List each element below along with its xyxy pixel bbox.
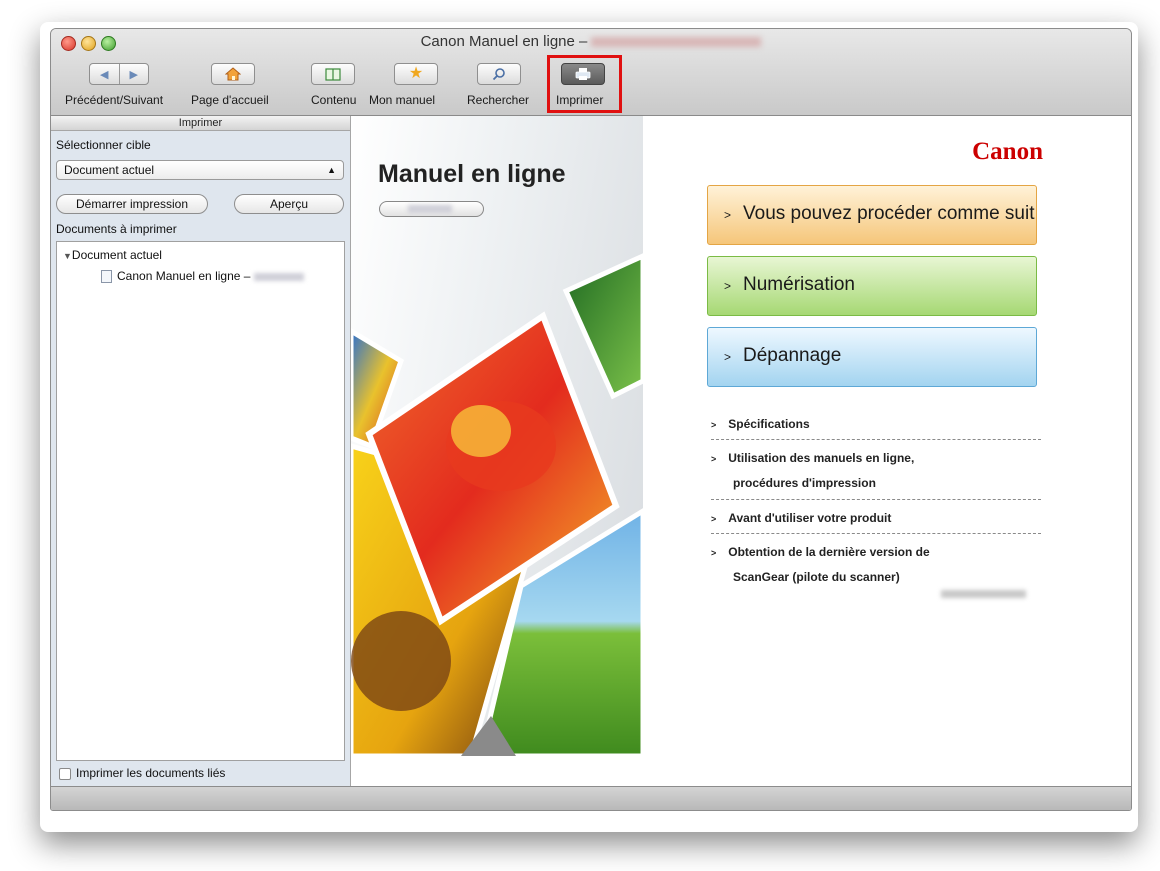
- photo-collage: [351, 253, 643, 756]
- using-manuals-link[interactable]: > Utilisation des manuels en ligne, procé…: [711, 446, 1041, 495]
- documents-tree: ▼Document actuel Canon Manuel en ligne –: [56, 241, 345, 761]
- contents-button[interactable]: [311, 63, 355, 85]
- cover-panel: Manuel en ligne: [351, 116, 643, 756]
- docs-to-print-label: Documents à imprimer: [56, 222, 177, 236]
- tree-child-row[interactable]: Canon Manuel en ligne –: [101, 269, 304, 284]
- star-icon: ★: [408, 65, 424, 82]
- tree-child-label: Canon Manuel en ligne –: [117, 269, 251, 283]
- print-linked-label: Imprimer les documents liés: [76, 766, 226, 780]
- scanning-button[interactable]: > Numérisation: [707, 256, 1037, 316]
- my-manual-button[interactable]: ★: [394, 63, 438, 85]
- scanning-label: Numérisation: [743, 274, 855, 295]
- arrow-icon: >: [711, 548, 717, 558]
- print-highlight-frame: [547, 55, 622, 113]
- select-arrows-icon: ▲: [327, 165, 336, 175]
- document-icon: [101, 270, 112, 284]
- print-sidebar: Imprimer Sélectionner cible Document act…: [51, 116, 351, 786]
- before-use-label: Avant d'utiliser votre produit: [728, 511, 892, 525]
- before-use-link[interactable]: > Avant d'utiliser votre produit: [711, 506, 1041, 531]
- target-select-value: Document actuel: [64, 163, 155, 177]
- app-window: Canon Manuel en ligne – ◀ ▶ Précédent/Su…: [50, 28, 1132, 811]
- redacted-product-name: [591, 37, 762, 48]
- select-target-label: Sélectionner cible: [56, 138, 151, 152]
- back-forward-label: Précédent/Suivant: [65, 93, 164, 107]
- how-to-label: Vous pouvez procéder comme suit: [743, 203, 1035, 224]
- divider: [711, 533, 1041, 534]
- arrow-icon: >: [711, 454, 717, 464]
- sidebar-header: Imprimer: [51, 116, 350, 131]
- forward-icon[interactable]: ▶: [120, 64, 149, 84]
- status-bar: [51, 786, 1131, 810]
- scangear-label-2: ScanGear (pilote du scanner): [733, 570, 900, 584]
- redacted-product-name: [253, 272, 304, 281]
- using-manuals-label-2: procédures d'impression: [733, 476, 876, 490]
- search-icon: [492, 68, 505, 81]
- home-label: Page d'accueil: [191, 93, 269, 107]
- canon-logo: Canon: [972, 138, 1043, 165]
- arrow-icon: >: [711, 420, 717, 430]
- arrow-icon: >: [724, 208, 732, 222]
- specifications-link[interactable]: > Spécifications: [711, 412, 1041, 437]
- home-icon: [225, 67, 241, 81]
- specifications-label: Spécifications: [728, 417, 810, 431]
- tree-root-label: Document actuel: [71, 248, 162, 262]
- search-button[interactable]: [477, 63, 521, 85]
- manual-content: Manuel en ligne Canon > Vous pouvez proc…: [351, 116, 1131, 786]
- scangear-label: Obtention de la dernière version de: [728, 545, 930, 559]
- arrow-icon: >: [724, 350, 732, 364]
- arrow-icon: >: [711, 514, 717, 524]
- print-linked-row[interactable]: Imprimer les documents liés: [59, 766, 225, 780]
- back-icon[interactable]: ◀: [90, 64, 120, 84]
- disclosure-triangle-icon[interactable]: ▼: [63, 251, 72, 261]
- redacted-version-code: [941, 590, 1026, 598]
- using-manuals-label: Utilisation des manuels en ligne,: [728, 451, 915, 465]
- arrow-icon: >: [724, 279, 732, 293]
- divider: [711, 439, 1041, 440]
- back-forward-button[interactable]: ◀ ▶: [89, 63, 149, 85]
- book-icon: [325, 67, 341, 81]
- home-button[interactable]: [211, 63, 255, 85]
- search-label: Rechercher: [467, 93, 530, 107]
- scangear-link[interactable]: > Obtention de la dernière version de Sca…: [711, 540, 1041, 589]
- divider: [711, 499, 1041, 500]
- window-title: Canon Manuel en ligne –: [51, 33, 1131, 50]
- window-title-text: Canon Manuel en ligne –: [420, 33, 588, 50]
- my-manual-label: Mon manuel: [369, 93, 436, 107]
- how-to-button[interactable]: > Vous pouvez procéder comme suit: [707, 185, 1037, 245]
- target-select[interactable]: Document actuel ▲: [56, 160, 344, 180]
- troubleshooting-button[interactable]: > Dépannage: [707, 327, 1037, 387]
- title-bar: Canon Manuel en ligne – ◀ ▶ Précédent/Su…: [51, 29, 1131, 116]
- contents-label: Contenu: [311, 93, 357, 107]
- tree-root-row[interactable]: ▼Document actuel: [63, 248, 162, 262]
- print-linked-checkbox[interactable]: [59, 767, 71, 780]
- start-print-button[interactable]: Démarrer impression: [56, 194, 208, 214]
- preview-button[interactable]: Aperçu: [234, 194, 344, 214]
- troubleshooting-label: Dépannage: [743, 345, 842, 366]
